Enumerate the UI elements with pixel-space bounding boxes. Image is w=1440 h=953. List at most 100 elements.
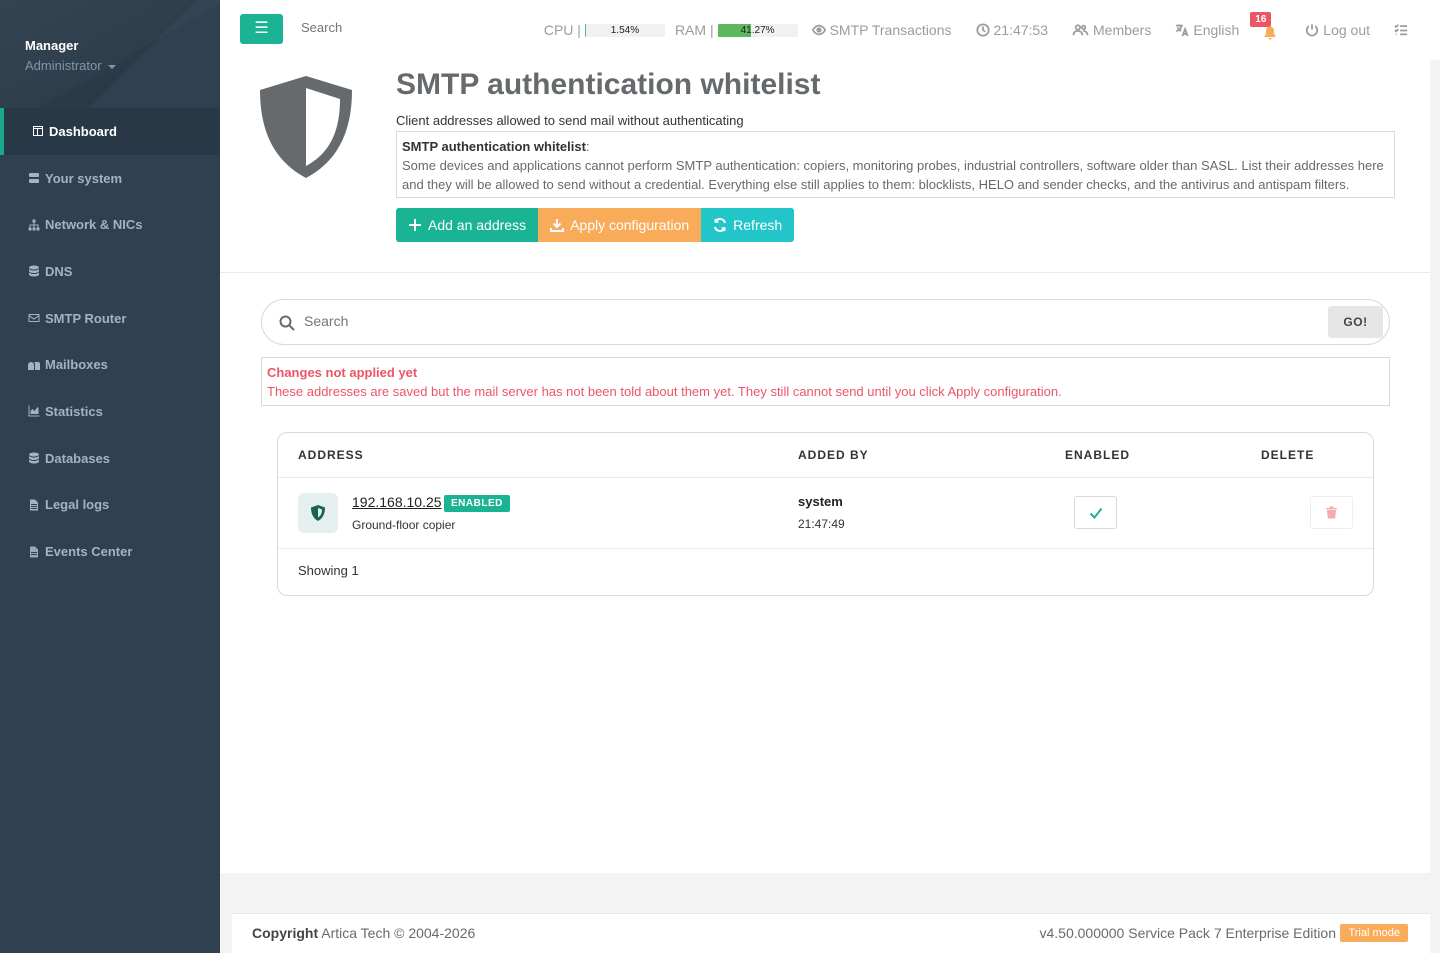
sidebar-item-your-system[interactable]: Your system bbox=[0, 155, 220, 202]
file-alt-icon bbox=[27, 545, 41, 559]
list-check-icon bbox=[1394, 24, 1408, 36]
check-icon bbox=[1089, 507, 1102, 519]
sidebar-item-dashboard[interactable]: Dashboard bbox=[0, 108, 220, 155]
notifications-badge: 16 bbox=[1250, 12, 1272, 27]
sidebar-item-mailboxes[interactable]: Mailboxes bbox=[0, 341, 220, 388]
cpu-label: CPU bbox=[543, 22, 574, 38]
go-button[interactable]: GO! bbox=[1328, 306, 1383, 338]
ram-meter: RAM | 41.27% bbox=[675, 22, 798, 38]
notifications-button[interactable]: 16 bbox=[1250, 12, 1279, 40]
members-link[interactable]: Members bbox=[1072, 22, 1151, 38]
sidebar-item-label: Network & NICs bbox=[45, 217, 143, 233]
profile: Manager Administrator bbox=[0, 0, 220, 108]
profile-role-label: Administrator bbox=[25, 58, 102, 73]
column-header-address[interactable]: ADDRESS bbox=[298, 448, 364, 462]
sidebar-item-label: Dashboard bbox=[49, 123, 117, 139]
logout-link[interactable]: Log out bbox=[1305, 22, 1370, 38]
sidebar-item-label: Events Center bbox=[45, 544, 133, 560]
add-address-label: Add an address bbox=[428, 217, 527, 233]
ram-label: RAM bbox=[674, 22, 707, 38]
bell-icon bbox=[1264, 26, 1276, 40]
sidebar-item-network[interactable]: Network & NICs bbox=[0, 201, 220, 248]
status-badge: ENABLED bbox=[444, 495, 510, 512]
showing-count: Showing 1 bbox=[298, 563, 359, 578]
add-address-button[interactable]: Add an address bbox=[396, 208, 539, 242]
database-icon bbox=[27, 451, 41, 465]
cpu-value: 1.54% bbox=[610, 24, 640, 36]
trash-icon bbox=[1326, 506, 1337, 519]
sidebar-item-events-center[interactable]: Events Center bbox=[0, 528, 220, 575]
chart-icon bbox=[27, 404, 41, 418]
sidebar-item-label: Your system bbox=[45, 170, 123, 186]
shield-icon bbox=[311, 505, 325, 521]
power-icon bbox=[1306, 24, 1319, 37]
alert-title: Changes not applied yet bbox=[267, 365, 418, 380]
clock-icon bbox=[975, 23, 990, 37]
added-by-time: 21:47:49 bbox=[798, 517, 845, 531]
list-search: GO! bbox=[261, 299, 1390, 345]
smtp-transactions-label: SMTP Transactions bbox=[829, 22, 952, 38]
file-icon bbox=[27, 498, 41, 512]
logout-label: Log out bbox=[1323, 22, 1370, 38]
ram-bar: 41.27% bbox=[717, 23, 798, 37]
whitelist-table: ADDRESS ADDED BY ENABLED DELETE 192.168.… bbox=[277, 432, 1374, 596]
row-shield-badge bbox=[298, 493, 338, 533]
added-by-user: system bbox=[798, 494, 843, 509]
smtp-transactions-link[interactable]: SMTP Transactions bbox=[811, 22, 952, 38]
explanation-title: SMTP authentication whitelist bbox=[402, 139, 586, 154]
shield-icon bbox=[260, 76, 352, 178]
profile-name: Manager bbox=[25, 38, 79, 53]
plus-icon bbox=[409, 219, 421, 231]
tasks-button[interactable] bbox=[1394, 23, 1412, 37]
row-divider bbox=[278, 548, 1373, 549]
menu-toggle-button[interactable]: ☰ bbox=[240, 14, 283, 44]
top-search-input[interactable] bbox=[301, 20, 481, 35]
database-icon bbox=[27, 264, 41, 278]
sidebar-item-label: Statistics bbox=[45, 403, 103, 419]
address-link[interactable]: 192.168.10.25 bbox=[352, 494, 442, 510]
topbar-right: CPU | 1.54% RAM | 41.27% SMTP Transactio… bbox=[544, 0, 1440, 60]
sidebar-item-smtp-router[interactable]: SMTP Router bbox=[0, 295, 220, 342]
address-description: Ground-floor copier bbox=[352, 518, 456, 532]
header-divider bbox=[278, 477, 1373, 478]
language-selector[interactable]: English bbox=[1175, 22, 1239, 38]
sidebar-item-legal-logs[interactable]: Legal logs bbox=[0, 482, 220, 529]
copyright-label: Copyright bbox=[252, 925, 319, 941]
refresh-button[interactable]: Refresh bbox=[701, 208, 795, 242]
search-icon bbox=[279, 315, 295, 331]
sidebar-item-statistics[interactable]: Statistics bbox=[0, 388, 220, 435]
enabled-toggle[interactable] bbox=[1074, 496, 1117, 529]
users-icon bbox=[1072, 24, 1089, 36]
column-header-enabled[interactable]: ENABLED bbox=[1065, 448, 1130, 462]
envelope-icon bbox=[27, 311, 41, 325]
sidebar-item-label: Legal logs bbox=[45, 497, 110, 513]
download-icon bbox=[550, 219, 565, 232]
clock: 21:47:53 bbox=[975, 22, 1049, 38]
cpu-meter: CPU | 1.54% bbox=[544, 22, 665, 38]
page-title: SMTP authentication whitelist bbox=[396, 68, 821, 101]
content-panel: GO! Changes not applied yet These addres… bbox=[220, 273, 1430, 873]
sidebar-item-label: Mailboxes bbox=[45, 357, 108, 373]
refresh-icon bbox=[714, 218, 727, 232]
column-header-added-by[interactable]: ADDED BY bbox=[798, 448, 869, 462]
sidebar-item-dns[interactable]: DNS bbox=[0, 248, 220, 295]
alert-text: These addresses are saved but the mail s… bbox=[267, 384, 1062, 399]
version: v4.50.000000 Service Pack 7 Enterprise E… bbox=[1039, 925, 1336, 941]
apply-configuration-button[interactable]: Apply configuration bbox=[538, 208, 702, 242]
ram-value: 41.27% bbox=[740, 24, 775, 36]
sidebar-item-label: DNS bbox=[45, 263, 73, 279]
footer: Copyright Artica Tech © 2004-2026 v4.50.… bbox=[232, 913, 1430, 953]
action-buttons: Add an address Apply configuration Refre… bbox=[396, 208, 795, 242]
mailbox-icon bbox=[27, 358, 41, 372]
copyright: Copyright Artica Tech © 2004-2026 bbox=[252, 925, 475, 941]
delete-button[interactable] bbox=[1310, 496, 1353, 529]
profile-role-dropdown[interactable]: Administrator bbox=[25, 58, 220, 73]
eye-icon bbox=[811, 24, 826, 36]
page-header: SMTP authentication whitelist Client add… bbox=[220, 60, 1430, 273]
refresh-label: Refresh bbox=[733, 217, 783, 233]
list-search-input[interactable] bbox=[304, 313, 1204, 329]
members-label: Members bbox=[1093, 22, 1152, 38]
language-label: English bbox=[1193, 22, 1240, 38]
clock-value: 21:47:53 bbox=[993, 22, 1049, 38]
sidebar-item-databases[interactable]: Databases bbox=[0, 435, 220, 482]
